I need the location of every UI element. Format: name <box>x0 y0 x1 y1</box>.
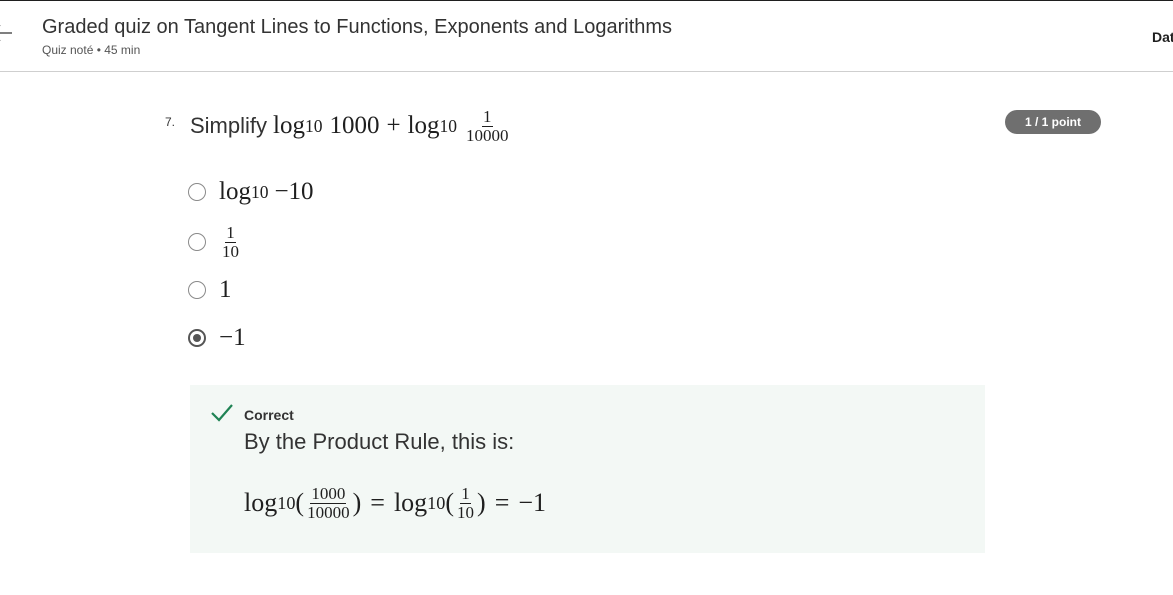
answer-option-2[interactable]: 1 10 <box>188 224 242 261</box>
answer-option-1[interactable]: log 10 −10 <box>188 178 314 206</box>
result-value: −1 <box>518 488 547 518</box>
plus-sign: + <box>386 112 401 140</box>
radio-button[interactable] <box>188 183 206 201</box>
header-due-date: Dat <box>1152 29 1173 45</box>
feedback-equation: log 10 ( 1000 10000 ) = log 10 ( 1 10 ) = … <box>244 485 546 522</box>
quiz-title: Graded quiz on Tangent Lines to Function… <box>42 16 673 38</box>
log-base: 10 <box>277 492 296 513</box>
fraction-numerator: 1 <box>460 484 471 504</box>
equals-sign: = <box>370 488 385 518</box>
open-paren: ( <box>295 488 305 518</box>
fraction-1000-over-10000: 1000 10000 <box>306 485 351 522</box>
quiz-header: Graded quiz on Tangent Lines to Function… <box>0 0 1173 72</box>
answer-option-3[interactable]: 1 <box>188 276 232 304</box>
option-label: 1 10 <box>219 224 242 261</box>
quiz-page: Graded quiz on Tangent Lines to Function… <box>0 0 1173 595</box>
equals-sign-2: = <box>494 488 510 518</box>
fraction-numerator: 1 <box>225 223 236 243</box>
log-base: 10 <box>304 115 323 136</box>
checkmark-icon <box>211 404 233 422</box>
feedback-panel: Correct By the Product Rule, this is: lo… <box>190 385 985 553</box>
radio-button[interactable] <box>188 233 206 252</box>
points-badge: 1 / 1 point <box>1005 110 1101 134</box>
option-label: −1 <box>219 324 246 351</box>
answer-option-4[interactable]: −1 <box>188 324 246 352</box>
quiz-subtitle: Quiz noté • 45 min <box>42 43 141 57</box>
option-label: 1 <box>219 276 232 303</box>
close-paren: ) <box>352 488 362 518</box>
close-paren-2: ) <box>477 488 486 518</box>
back-arrow-icon[interactable] <box>0 21 14 45</box>
radio-button[interactable] <box>188 281 206 299</box>
fraction-numerator: 1000 <box>310 484 347 504</box>
term-1000: 1000 <box>329 112 380 140</box>
feedback-status: Correct <box>244 407 294 423</box>
fraction-denominator: 10 <box>222 241 239 261</box>
feedback-explanation: By the Product Rule, this is: <box>244 429 515 454</box>
fraction-denominator: 10 <box>457 502 475 522</box>
radio-button-selected[interactable] <box>188 329 206 347</box>
fraction-1-over-10: 1 10 <box>456 485 475 522</box>
question-number: 7. <box>165 115 176 129</box>
option-value: −10 <box>274 178 314 205</box>
log-text: log <box>219 178 251 205</box>
log-text: log <box>244 488 278 518</box>
log-text-2: log <box>393 488 428 518</box>
fraction-denominator: 10000 <box>307 502 350 522</box>
open-paren-2: ( <box>445 488 455 518</box>
question-expression: log 10 1000 + log 10 1 10000 <box>273 108 512 145</box>
log-base-2: 10 <box>427 492 446 513</box>
question-prompt-word: Simplify <box>190 113 268 139</box>
log-text-2: log <box>407 112 440 140</box>
fraction-1-over-10: 1 10 <box>221 224 240 261</box>
log-text: log <box>273 112 305 140</box>
log-base: 10 <box>250 181 269 202</box>
fraction-numerator: 1 <box>482 107 493 127</box>
fraction-denominator: 10000 <box>466 125 509 145</box>
question-prompt: Simplify log 10 1000 + log 10 1 10000 <box>190 108 512 145</box>
fraction-1-over-10000: 1 10000 <box>465 108 510 145</box>
log-base-2: 10 <box>439 115 458 136</box>
option-label: log 10 −10 <box>219 178 314 206</box>
